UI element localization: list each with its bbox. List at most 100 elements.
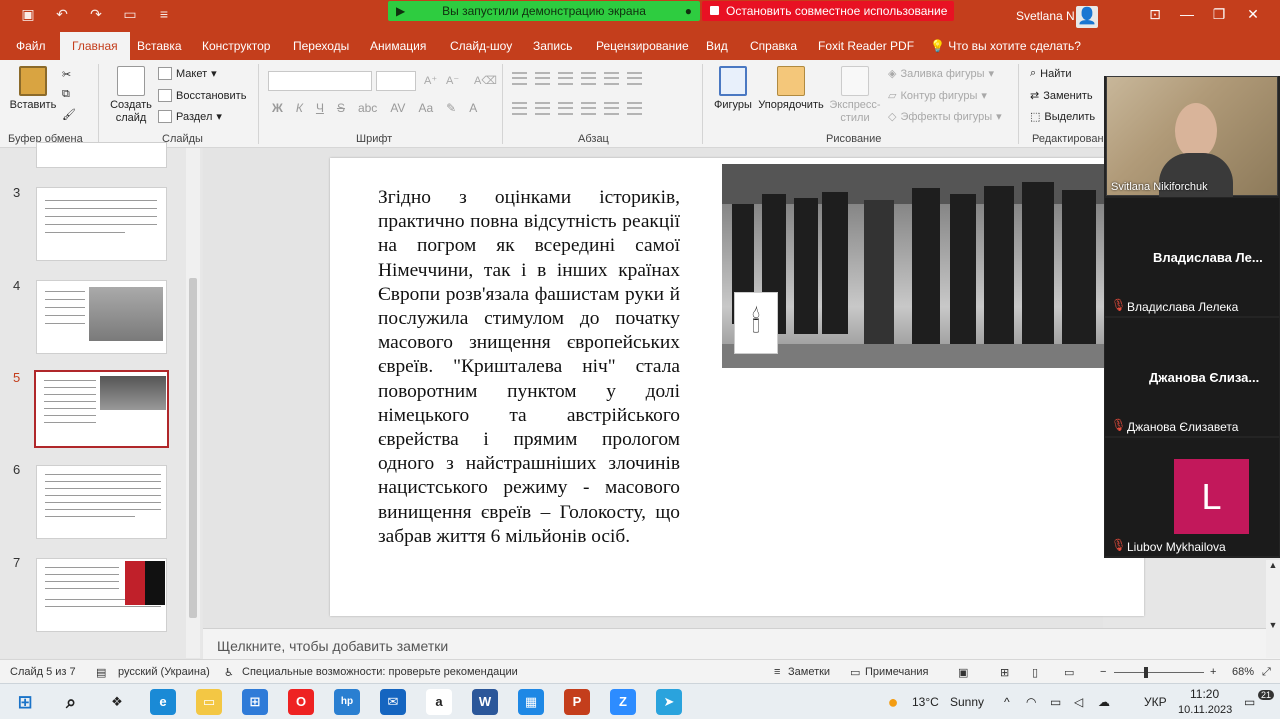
tab-design[interactable]: Конструктор xyxy=(202,39,270,53)
language-indicator[interactable]: русский (Украина) xyxy=(118,666,210,678)
reset-button[interactable]: Восстановить xyxy=(158,89,246,102)
highlight-icon[interactable]: ✎ xyxy=(446,101,456,115)
slide-thumbnail-5[interactable] xyxy=(32,368,171,450)
account-name[interactable]: Svetlana N xyxy=(1016,9,1075,23)
tab-file[interactable]: Файл xyxy=(16,39,46,53)
slide-sorter-icon[interactable]: ⊞ xyxy=(1000,666,1009,679)
tab-animations[interactable]: Анимация xyxy=(370,39,426,53)
close-icon[interactable]: ✕ xyxy=(1238,6,1268,23)
clear-formatting-icon[interactable]: A⌫ xyxy=(474,74,497,87)
word-icon[interactable]: W xyxy=(472,689,498,715)
participant-video[interactable]: Svitlana Nikiforchuk xyxy=(1106,76,1278,197)
thumbnail-scrollbar-thumb[interactable] xyxy=(189,278,197,618)
search-icon[interactable]: ⌕ xyxy=(58,689,84,715)
font-name-box[interactable] xyxy=(268,71,372,91)
increase-font-icon[interactable]: A⁺ xyxy=(424,74,437,87)
normal-view-icon[interactable]: ▣ xyxy=(958,666,968,679)
weather-temperature[interactable]: 13°C xyxy=(912,695,939,709)
comments-icon[interactable]: ▭ xyxy=(850,666,860,679)
section-button[interactable]: Раздел ▾ xyxy=(158,110,222,123)
right-scrollbar[interactable]: ▲ ▼ xyxy=(1266,560,1280,658)
shape-outline-button[interactable]: ▱ Контур фигуры ▾ xyxy=(888,89,987,103)
cut-icon[interactable]: ✂ xyxy=(62,68,71,81)
find-button[interactable]: ⌕ Найти xyxy=(1030,67,1072,80)
notifications-icon[interactable]: ▭ xyxy=(1244,695,1255,709)
clock-date[interactable]: 10.11.2023 xyxy=(1178,704,1232,716)
tab-help[interactable]: Справка xyxy=(750,39,797,53)
decrease-font-icon[interactable]: A⁻ xyxy=(446,74,459,87)
cloud-icon[interactable]: ☁ xyxy=(1098,695,1110,709)
telegram-icon[interactable]: ➤ xyxy=(656,689,682,715)
tab-insert[interactable]: Вставка xyxy=(137,39,182,53)
wifi-icon[interactable]: ◠ xyxy=(1026,695,1036,709)
myhp-icon[interactable]: hp xyxy=(334,689,360,715)
spellcheck-icon[interactable]: ▤ xyxy=(96,666,106,679)
shapes-button[interactable]: Фигуры xyxy=(708,66,758,112)
dropbox-icon[interactable]: ❖ xyxy=(104,689,130,715)
ribbon-display-icon[interactable]: ⊡ xyxy=(1140,6,1170,23)
slide-thumbnail-3[interactable] xyxy=(36,187,167,261)
accessibility-status[interactable]: Специальные возможности: проверьте реком… xyxy=(242,666,518,678)
file-explorer-icon[interactable]: ▭ xyxy=(196,689,222,715)
format-painter-icon[interactable]: 🖌 xyxy=(62,108,76,121)
fit-slide-icon[interactable]: ⤢ xyxy=(1262,666,1271,679)
zoom-level[interactable]: 68% xyxy=(1232,666,1254,678)
slide-thumbnail-6[interactable] xyxy=(36,465,167,539)
replace-button[interactable]: ⇄ Заменить xyxy=(1030,89,1093,103)
redo-icon[interactable]: ↷ xyxy=(86,6,106,23)
slide-thumbnail-4[interactable] xyxy=(36,280,167,354)
volume-icon[interactable]: ◁ xyxy=(1074,695,1083,709)
zoom-slider-thumb[interactable] xyxy=(1144,667,1148,678)
line-spacing-icon[interactable] xyxy=(604,72,619,85)
notes-pane[interactable]: Щелкните, чтобы добавить заметки xyxy=(203,628,1280,660)
tab-view[interactable]: Вид xyxy=(706,39,728,53)
tray-chevron-icon[interactable]: ^ xyxy=(1004,695,1010,709)
input-language[interactable]: УКР xyxy=(1144,695,1167,709)
restore-icon[interactable]: ❐ xyxy=(1204,6,1234,23)
change-case-button[interactable]: Aa xyxy=(418,101,433,115)
slide-thumbnail-7[interactable] xyxy=(36,558,167,632)
new-slide-button[interactable]: Создать слайд xyxy=(106,66,156,125)
decrease-indent-icon[interactable] xyxy=(558,72,573,85)
tab-home[interactable]: Главная xyxy=(60,32,130,60)
battery-icon[interactable]: ▭ xyxy=(1050,695,1061,709)
columns-icon[interactable] xyxy=(627,72,642,85)
store-icon[interactable]: ⊞ xyxy=(242,689,268,715)
weather-sunny-icon[interactable]: ● xyxy=(880,689,906,715)
tab-record[interactable]: Запись xyxy=(533,39,572,53)
slide-thumbnail[interactable] xyxy=(36,142,167,168)
minimize-icon[interactable]: — xyxy=(1172,6,1202,22)
comments-toggle[interactable]: Примечания xyxy=(865,666,929,678)
notes-toggle[interactable]: Заметки xyxy=(788,666,830,678)
align-center-icon[interactable] xyxy=(535,102,550,115)
mail-icon[interactable]: ✉ xyxy=(380,689,406,715)
tab-transitions[interactable]: Переходы xyxy=(293,39,349,53)
paste-button[interactable]: Вставить xyxy=(8,66,58,112)
shape-effects-button[interactable]: ◇ Эффекты фигуры ▾ xyxy=(888,110,1002,124)
zoom-slider[interactable] xyxy=(1114,672,1204,673)
reading-view-icon[interactable]: ▯ xyxy=(1032,666,1038,679)
powerpoint-icon[interactable]: P xyxy=(564,689,590,715)
accessibility-icon[interactable]: ♿ xyxy=(224,666,234,679)
justify-icon[interactable] xyxy=(581,102,596,115)
bullets-icon[interactable] xyxy=(512,72,527,85)
slide-body-text[interactable]: Згідно з оцінками істориків, практично п… xyxy=(378,186,680,549)
layout-button[interactable]: Макет ▾ xyxy=(158,67,217,80)
weather-description[interactable]: Sunny xyxy=(950,695,984,709)
arrange-button[interactable]: Упорядочить xyxy=(756,66,826,112)
windows-start-icon[interactable]: ⊞ xyxy=(12,689,38,715)
tab-foxit[interactable]: Foxit Reader PDF xyxy=(818,39,914,53)
align-right-icon[interactable] xyxy=(558,102,573,115)
calendar-icon[interactable]: ▦ xyxy=(518,689,544,715)
save-icon[interactable]: ▣ xyxy=(18,6,38,23)
italic-button[interactable]: К xyxy=(296,101,303,115)
align-left-icon[interactable] xyxy=(512,102,527,115)
select-button[interactable]: ⬚ Выделить xyxy=(1030,110,1095,124)
zoom-app-icon[interactable]: Z xyxy=(610,689,636,715)
text-direction-icon[interactable] xyxy=(604,102,619,115)
clock-time[interactable]: 11:20 xyxy=(1190,687,1219,701)
increase-indent-icon[interactable] xyxy=(581,72,596,85)
account-avatar-icon[interactable]: 👤 xyxy=(1076,6,1098,28)
start-slideshow-icon[interactable]: ▭ xyxy=(120,6,140,23)
opera-icon[interactable]: O xyxy=(288,689,314,715)
